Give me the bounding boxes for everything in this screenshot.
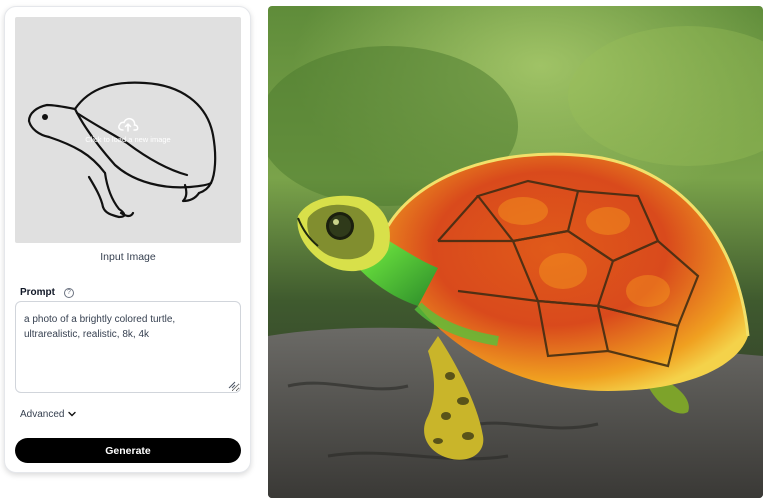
upload-hint[interactable]: Click to load a new image: [15, 117, 241, 144]
input-image-dropzone[interactable]: Click to load a new image: [15, 17, 241, 243]
input-panel: Click to load a new image Input Image Pr…: [4, 6, 251, 473]
question-circle-icon[interactable]: ?: [64, 287, 74, 298]
prompt-textarea[interactable]: a photo of a brightly colored turtle, ul…: [15, 301, 241, 393]
turtle-photo: [268, 6, 763, 498]
advanced-toggle[interactable]: Advanced: [20, 409, 77, 420]
resize-handle-icon[interactable]: [228, 381, 236, 389]
prompt-text: a photo of a brightly colored turtle, ul…: [24, 314, 176, 340]
generated-image: [268, 6, 763, 498]
upload-hint-text: Click to load a new image: [85, 135, 171, 144]
generate-button[interactable]: Generate: [15, 438, 241, 463]
prompt-label: Prompt: [20, 287, 55, 298]
input-image-caption: Input Image: [100, 251, 156, 263]
chevron-down-icon: [68, 410, 77, 419]
advanced-label: Advanced: [20, 409, 65, 420]
prompt-header: Prompt ?: [20, 287, 74, 298]
cloud-upload-icon: [118, 117, 139, 132]
